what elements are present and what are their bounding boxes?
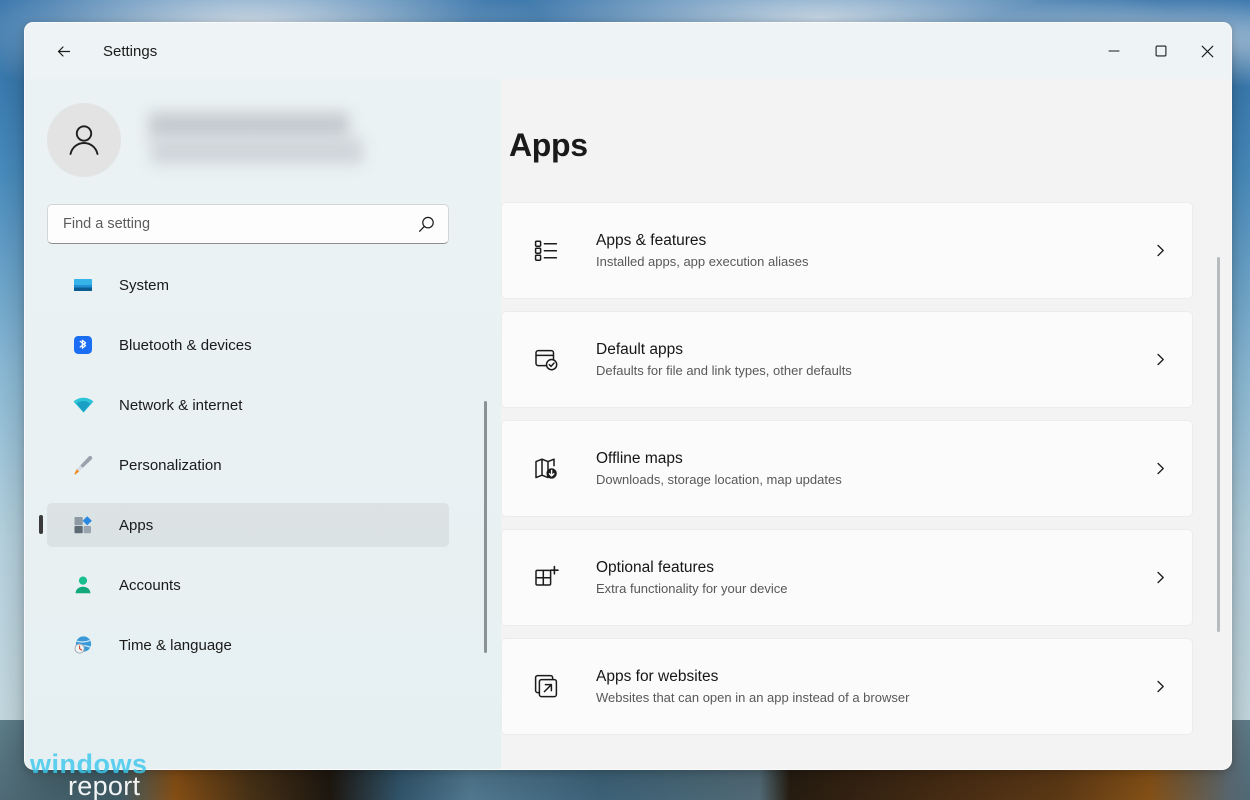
card-offline-maps[interactable]: Offline maps Downloads, storage location…	[501, 420, 1193, 517]
sidebar-item-apps[interactable]: Apps	[47, 503, 449, 547]
list-settings-icon	[531, 236, 561, 266]
sidebar-item-label: Apps	[119, 517, 153, 534]
card-text: Apps for websites Websites that can open…	[596, 668, 1150, 705]
minimize-icon	[1108, 45, 1120, 57]
sidebar-item-system[interactable]: System	[47, 263, 449, 307]
apps-icon	[71, 513, 95, 537]
external-link-icon	[531, 672, 561, 702]
chevron-right-icon[interactable]	[1150, 461, 1170, 476]
card-title: Default apps	[596, 341, 1150, 359]
back-button[interactable]	[47, 33, 83, 69]
maximize-button[interactable]	[1137, 23, 1184, 79]
sidebar-item-time-language[interactable]: Time & language	[47, 623, 449, 667]
paintbrush-icon	[71, 453, 95, 477]
close-button[interactable]	[1184, 23, 1231, 79]
settings-card-list: Apps & features Installed apps, app exec…	[501, 202, 1231, 735]
card-title: Optional features	[596, 559, 1150, 577]
search-icon[interactable]	[417, 215, 436, 234]
wifi-icon	[71, 393, 95, 417]
card-subtitle: Extra functionality for your device	[596, 581, 1150, 596]
settings-window: Settings	[24, 22, 1232, 770]
sidebar-item-label: Accounts	[119, 577, 181, 594]
card-apps-for-websites[interactable]: Apps for websites Websites that can open…	[501, 638, 1193, 735]
map-download-icon	[531, 454, 561, 484]
minimize-button[interactable]	[1090, 23, 1137, 79]
search-box[interactable]	[47, 204, 449, 244]
card-title: Offline maps	[596, 450, 1150, 468]
sidebar-item-bluetooth-devices[interactable]: Bluetooth & devices	[47, 323, 449, 367]
chevron-right-icon[interactable]	[1150, 352, 1170, 367]
card-default-apps[interactable]: Default apps Defaults for file and link …	[501, 311, 1193, 408]
window-title: Settings	[103, 43, 157, 60]
main-scrollbar[interactable]	[1217, 257, 1220, 632]
chevron-right-icon[interactable]	[1150, 679, 1170, 694]
default-apps-check-icon	[531, 345, 561, 375]
sidebar-item-personalization[interactable]: Personalization	[47, 443, 449, 487]
accounts-icon	[71, 573, 95, 597]
account-block[interactable]	[25, 79, 501, 177]
sidebar-item-network-internet[interactable]: Network & internet	[47, 383, 449, 427]
avatar	[47, 103, 121, 177]
card-text: Default apps Defaults for file and link …	[596, 341, 1150, 378]
card-subtitle: Websites that can open in an app instead…	[596, 690, 1150, 705]
sidebar-item-accounts[interactable]: Accounts	[47, 563, 449, 607]
person-avatar-icon	[63, 119, 105, 161]
chevron-right-icon[interactable]	[1150, 570, 1170, 585]
card-subtitle: Downloads, storage location, map updates	[596, 472, 1150, 487]
card-subtitle: Defaults for file and link types, other …	[596, 363, 1150, 378]
card-text: Offline maps Downloads, storage location…	[596, 450, 1150, 487]
card-text: Apps & features Installed apps, app exec…	[596, 232, 1150, 269]
sidebar-item-label: Bluetooth & devices	[119, 337, 252, 354]
chevron-right-icon[interactable]	[1150, 243, 1170, 258]
card-apps-and-features[interactable]: Apps & features Installed apps, app exec…	[501, 202, 1193, 299]
page-title: Apps	[509, 127, 1231, 164]
sidebar: System Bluetooth & devices	[25, 79, 501, 769]
bluetooth-icon	[71, 333, 95, 357]
main-content: Apps Apps & features Installed apps, ap	[501, 79, 1231, 769]
sidebar-item-label: System	[119, 277, 169, 294]
window-body: System Bluetooth & devices	[25, 79, 1231, 769]
sidebar-scrollbar[interactable]	[484, 401, 487, 653]
card-title: Apps for websites	[596, 668, 1150, 686]
monitor-icon	[71, 273, 95, 297]
title-bar: Settings	[25, 23, 1231, 79]
window-controls	[1090, 23, 1231, 79]
search-input[interactable]	[63, 216, 417, 232]
card-subtitle: Installed apps, app execution aliases	[596, 254, 1150, 269]
sidebar-item-label: Time & language	[119, 637, 232, 654]
clock-globe-icon	[71, 633, 95, 657]
card-title: Apps & features	[596, 232, 1150, 250]
optional-features-plus-icon	[531, 563, 561, 593]
arrow-left-icon	[55, 41, 76, 62]
maximize-icon	[1155, 45, 1167, 57]
sidebar-nav-list: System Bluetooth & devices	[25, 263, 501, 667]
close-icon	[1201, 45, 1214, 58]
sidebar-item-label: Network & internet	[119, 397, 242, 414]
card-optional-features[interactable]: Optional features Extra functionality fo…	[501, 529, 1193, 626]
sidebar-item-label: Personalization	[119, 457, 222, 474]
account-name-redacted	[149, 108, 363, 172]
card-text: Optional features Extra functionality fo…	[596, 559, 1150, 596]
